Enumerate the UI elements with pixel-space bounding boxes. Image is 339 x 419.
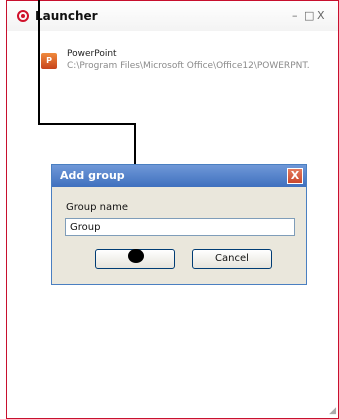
maximize-button[interactable]: □ (304, 9, 314, 22)
powerpoint-icon: P (41, 53, 57, 69)
resize-grip-icon[interactable]: ◢ (329, 406, 336, 416)
group-name-input[interactable] (65, 218, 295, 236)
drag-trail-vertical-1 (38, 0, 40, 125)
mouse-cursor-icon (128, 249, 144, 263)
window-titlebar[interactable]: Launcher – □ X (7, 1, 338, 31)
drag-trail-horizontal (38, 123, 136, 125)
group-name-label: Group name (66, 202, 128, 213)
entry-path: C:\Program Files\Microsoft Office\Office… (67, 61, 310, 71)
entry-name: PowerPoint (67, 49, 117, 59)
window-title: Launcher (35, 9, 98, 23)
cancel-button[interactable]: Cancel (192, 249, 272, 269)
add-group-dialog: Add group X Group name Cancel (51, 164, 307, 285)
dialog-titlebar[interactable]: Add group X (52, 165, 306, 187)
dialog-title: Add group (60, 169, 125, 182)
close-button[interactable]: X (317, 9, 325, 22)
dialog-close-button[interactable]: X (287, 168, 303, 184)
minimize-button[interactable]: – (292, 9, 298, 22)
app-logo-icon (17, 10, 29, 22)
